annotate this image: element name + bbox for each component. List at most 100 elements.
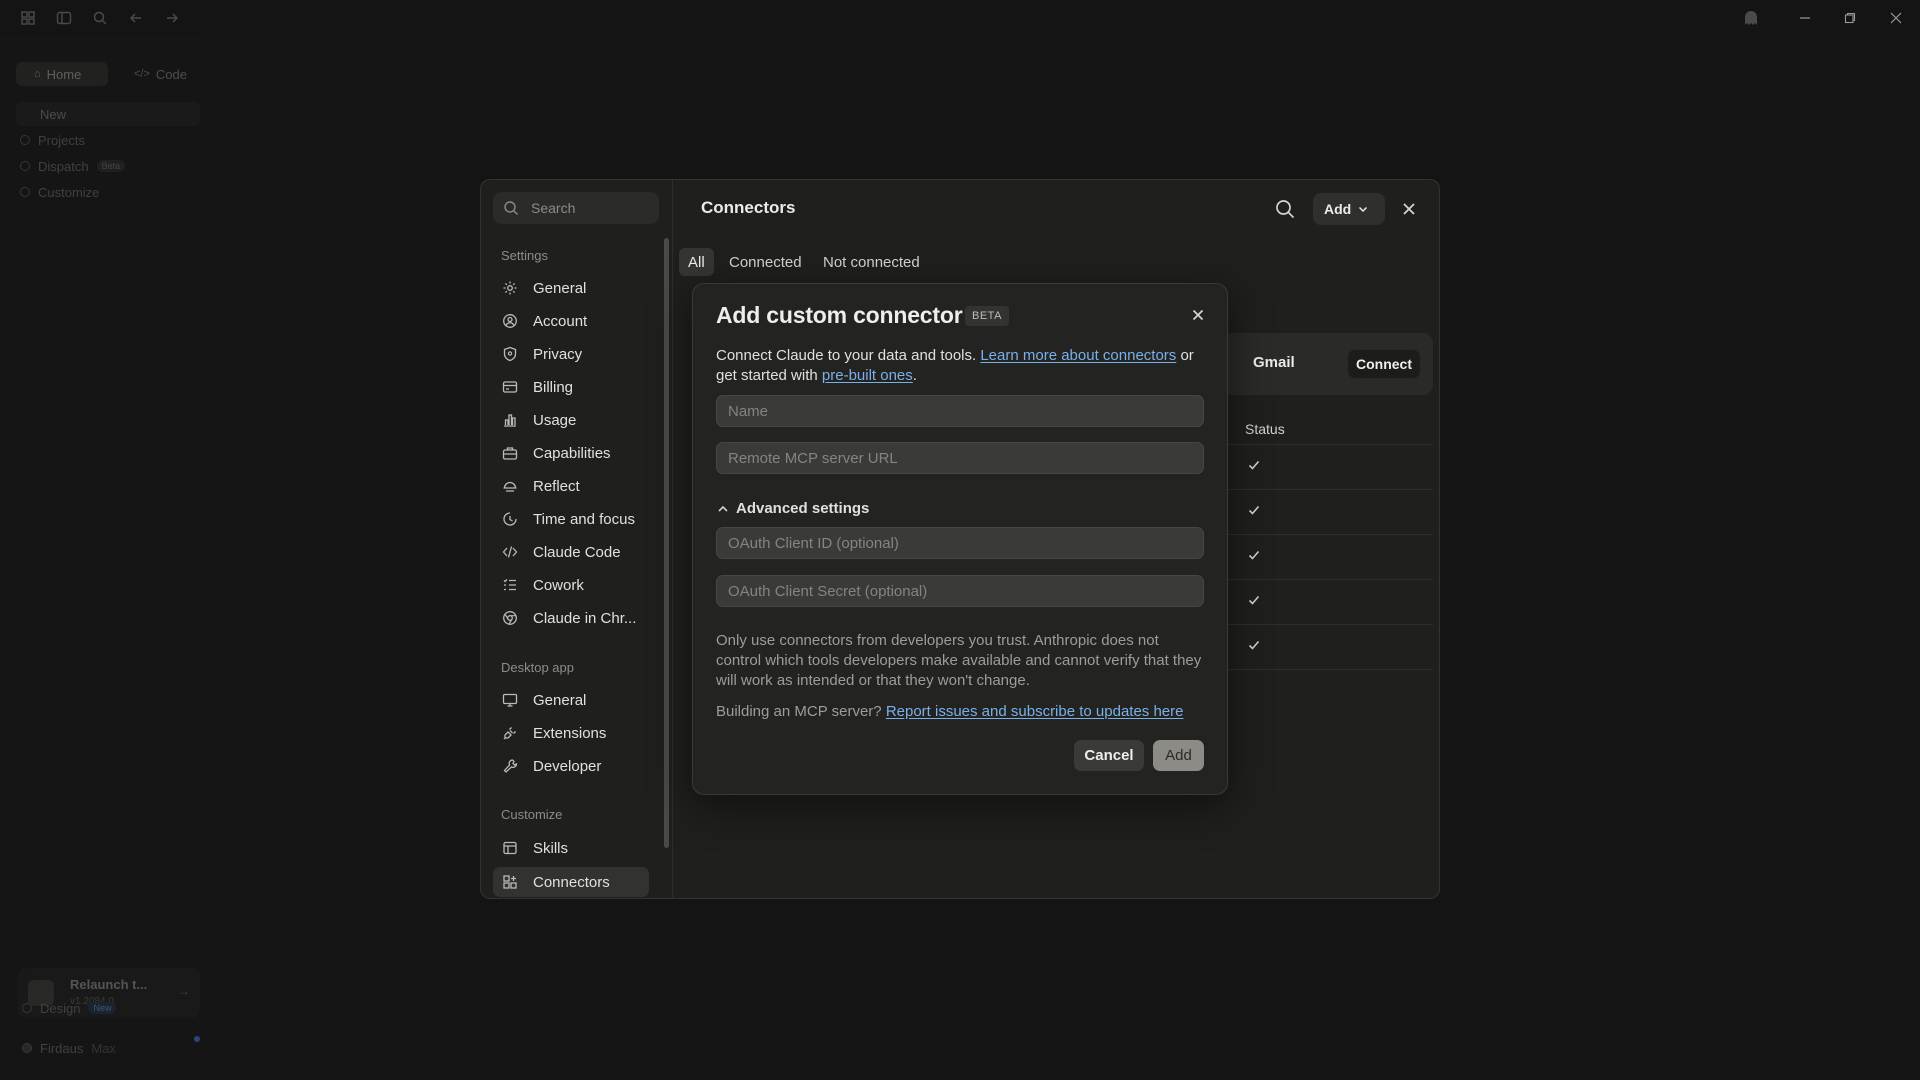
table-divider <box>1193 579 1433 580</box>
close-window-button[interactable] <box>1886 8 1906 28</box>
search-connectors-button[interactable] <box>1274 198 1296 220</box>
sidebar-toggle-icon[interactable] <box>56 10 72 26</box>
check-icon <box>1247 593 1261 607</box>
connectors-icon <box>502 874 518 890</box>
sidebar-item-cowork[interactable]: Cowork <box>493 570 649 600</box>
menu-icon[interactable] <box>20 10 36 26</box>
add-connector-label: Add <box>1324 201 1352 217</box>
sidebar-item-usage[interactable]: Usage <box>493 405 649 435</box>
sidebar-item-claude-code[interactable]: Claude Code <box>493 537 649 567</box>
wrench-icon <box>502 758 518 774</box>
settings-sidebar: Search Settings General Account Privacy … <box>481 180 673 898</box>
sidebar-item-connectors[interactable]: Connectors <box>493 867 649 897</box>
nav-projects[interactable]: Projects <box>20 130 85 150</box>
oauth-client-secret-placeholder: OAuth Client Secret (optional) <box>728 582 928 600</box>
add-connector-button[interactable]: Add <box>1313 193 1385 225</box>
design-item[interactable]: Design New <box>22 998 117 1018</box>
gmail-connect-button[interactable]: Connect <box>1348 350 1420 378</box>
report-issues-link[interactable]: Report issues and subscribe to updates h… <box>886 703 1184 720</box>
pre-built-link[interactable]: pre-built ones <box>822 367 913 384</box>
page-title: Connectors <box>701 198 796 217</box>
advanced-settings-toggle[interactable]: Advanced settings <box>716 500 869 517</box>
nav-dispatch[interactable]: Dispatch Beta <box>20 156 126 176</box>
mcp-info: Building an MCP server? Report issues an… <box>716 703 1206 720</box>
gmail-name: Gmail <box>1253 354 1295 371</box>
code-tab[interactable]: </> Code <box>116 62 196 86</box>
tab-not-connected[interactable]: Not connected <box>823 248 920 276</box>
new-chat-button[interactable]: New <box>16 102 200 126</box>
briefcase-icon <box>502 445 518 461</box>
sidebar-scrollbar[interactable] <box>664 238 669 848</box>
section-desktop-app: Desktop app <box>501 660 574 675</box>
sidebar-item-label: Claude in Chr... <box>533 609 637 627</box>
sidebar-item-claude-in-chrome[interactable]: Claude in Chr... <box>493 603 649 633</box>
tab-all[interactable]: All <box>679 248 714 276</box>
back-icon[interactable] <box>128 10 144 26</box>
user-menu[interactable]: Firdaus Max <box>22 1038 116 1058</box>
skills-icon <box>502 840 518 856</box>
gmail-connector-card: Gmail Connect <box>1193 333 1433 395</box>
minimize-button[interactable] <box>1795 8 1815 28</box>
trust-warning: Only use connectors from developers you … <box>716 632 1202 689</box>
code-tab-label: Code <box>155 66 187 82</box>
sidebar-item-general[interactable]: General <box>493 273 649 303</box>
sidebar-item-skills[interactable]: Skills <box>493 833 649 863</box>
nav-projects-label: Projects <box>38 132 85 148</box>
learn-more-link[interactable]: Learn more about connectors <box>980 347 1176 364</box>
oauth-client-secret-input[interactable]: OAuth Client Secret (optional) <box>716 575 1204 607</box>
sidebar-item-time-and-focus[interactable]: Time and focus <box>493 504 649 534</box>
add-button[interactable]: Add <box>1153 740 1204 771</box>
desc-text-end: . <box>912 367 917 384</box>
settings-search-input[interactable]: Search <box>493 192 659 224</box>
chevron-up-icon <box>716 502 730 516</box>
name-placeholder: Name <box>728 402 769 420</box>
search-icon[interactable] <box>92 10 108 26</box>
home-icon: ⌂ <box>34 68 41 80</box>
oauth-client-id-input[interactable]: OAuth Client ID (optional) <box>716 527 1204 559</box>
home-tab[interactable]: ⌂ Home <box>16 62 108 86</box>
close-dialog-button[interactable] <box>1189 306 1207 324</box>
ghost-icon <box>1741 8 1761 28</box>
check-icon <box>1247 548 1261 562</box>
reflect-icon <box>502 478 518 494</box>
server-url-input[interactable]: Remote MCP server URL <box>716 442 1204 474</box>
app-sidebar: ⌂ Home </> Code New Projects Dispatch Be… <box>0 36 205 1080</box>
nav-customize-label: Customize <box>38 184 100 200</box>
sidebar-item-account[interactable]: Account <box>493 306 649 336</box>
check-icon <box>1247 503 1261 517</box>
name-input[interactable]: Name <box>716 395 1204 427</box>
sidebar-item-label: Account <box>533 312 588 330</box>
code-icon <box>502 544 518 560</box>
dispatch-beta-badge: Beta <box>96 160 126 172</box>
dispatch-icon <box>20 161 30 171</box>
sidebar-item-privacy[interactable]: Privacy <box>493 339 649 369</box>
desc-text: Connect Claude to your data and tools. <box>716 347 981 364</box>
sidebar-item-label: General <box>533 691 587 709</box>
beta-badge: BETA <box>965 306 1009 326</box>
sidebar-item-desktop-general[interactable]: General <box>493 685 649 715</box>
monitor-icon <box>502 692 518 708</box>
relaunch-title: Relaunch t... <box>70 977 148 992</box>
sidebar-item-label: Connectors <box>533 873 610 891</box>
sidebar-item-developer[interactable]: Developer <box>493 751 649 781</box>
close-settings-button[interactable] <box>1399 199 1419 219</box>
sidebar-item-billing[interactable]: Billing <box>493 372 649 402</box>
table-divider <box>1193 624 1433 625</box>
sidebar-item-label: Billing <box>533 378 574 396</box>
sidebar-item-extensions[interactable]: Extensions <box>493 718 649 748</box>
nav-dispatch-label: Dispatch <box>38 158 89 174</box>
projects-icon <box>20 135 30 145</box>
sidebar-item-capabilities[interactable]: Capabilities <box>493 438 649 468</box>
checklist-icon <box>502 577 518 593</box>
notification-dot <box>194 1036 200 1042</box>
nav-customize[interactable]: Customize <box>20 182 99 202</box>
gear-icon <box>502 280 518 296</box>
sidebar-item-reflect[interactable]: Reflect <box>493 471 649 501</box>
oauth-client-id-placeholder: OAuth Client ID (optional) <box>728 534 899 552</box>
add-custom-connector-dialog: Add custom connector BETA Connect Claude… <box>692 283 1228 795</box>
tab-connected[interactable]: Connected <box>729 248 802 276</box>
forward-icon[interactable] <box>164 10 180 26</box>
code-icon: </> <box>134 68 150 80</box>
cancel-button[interactable]: Cancel <box>1074 740 1144 771</box>
restore-button[interactable] <box>1840 8 1860 28</box>
